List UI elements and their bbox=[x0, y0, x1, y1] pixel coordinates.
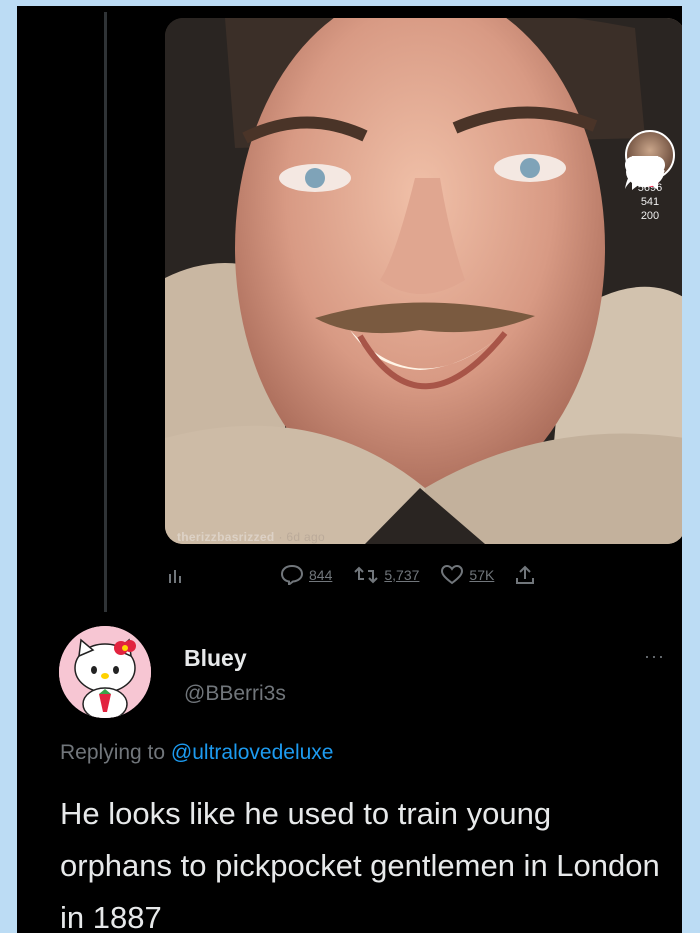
retweet-count: 5,737 bbox=[384, 567, 420, 583]
watermark-date: · 6d ago bbox=[278, 530, 325, 544]
user-handle[interactable]: @BBerri3s bbox=[184, 682, 286, 706]
hello-kitty-avatar-icon bbox=[59, 626, 151, 718]
more-options-icon[interactable]: ··· bbox=[644, 646, 665, 667]
tweet-screenshot: + 5696 541 200 therizzbasrizzed· 6d ago bbox=[17, 6, 682, 933]
video-thumbnail[interactable]: + 5696 541 200 therizzbasrizzed· 6d ago bbox=[165, 18, 682, 544]
tiktok-watermark: therizzbasrizzed · 6d ago bbox=[177, 530, 325, 544]
thread-line bbox=[104, 12, 107, 612]
face-photo bbox=[165, 18, 682, 544]
replying-to-line: Replying to @ultralovedeluxe bbox=[60, 741, 333, 765]
like-count-tweet: 57K bbox=[469, 567, 495, 583]
tweet-action-bar: 844 5,737 57K bbox=[167, 562, 667, 588]
replying-prefix: Replying to bbox=[60, 741, 166, 764]
reply-icon bbox=[281, 565, 303, 585]
share-count: 200 bbox=[640, 210, 660, 222]
share-upload-icon[interactable] bbox=[516, 565, 535, 585]
replying-to-mention[interactable]: @ultralovedeluxe bbox=[171, 741, 334, 764]
share-icon[interactable] bbox=[625, 156, 665, 190]
watermark-user: therizzbasrizzed bbox=[177, 530, 275, 544]
avatar[interactable] bbox=[59, 626, 151, 718]
reply-count: 844 bbox=[309, 567, 333, 583]
reply-action[interactable]: 844 bbox=[281, 565, 332, 585]
reply-header: Bluey @BBerri3s ··· bbox=[59, 626, 669, 726]
retweet-action[interactable]: 5,737 bbox=[354, 566, 419, 584]
display-name[interactable]: Bluey bbox=[184, 645, 247, 672]
bookmark-count: 541 bbox=[640, 196, 660, 208]
reply-text: He looks like he used to train young orp… bbox=[60, 796, 660, 933]
like-heart-icon bbox=[441, 565, 464, 585]
like-action[interactable]: 57K bbox=[441, 565, 494, 585]
tiktok-side-actions: + 5696 541 200 bbox=[625, 130, 675, 222]
retweet-icon bbox=[354, 566, 379, 584]
analytics-icon[interactable] bbox=[167, 566, 185, 584]
